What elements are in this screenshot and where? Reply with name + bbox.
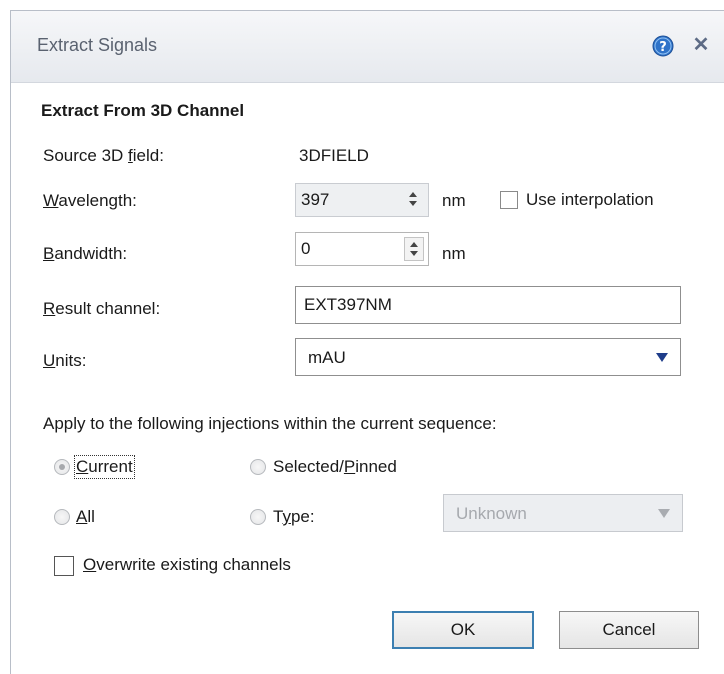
units-selected-value: mAU <box>308 348 346 367</box>
bandwidth-spinner[interactable]: 0 <box>295 232 429 266</box>
radio-current[interactable] <box>54 459 70 475</box>
bandwidth-spin-arrows[interactable] <box>404 237 424 261</box>
chevron-down-icon <box>656 353 668 362</box>
overwrite-label: Overwrite existing channels <box>83 555 291 574</box>
ok-button[interactable]: OK <box>392 611 534 649</box>
dialog-title: Extract Signals <box>37 35 158 55</box>
spin-up-icon <box>410 242 418 247</box>
result-channel-label: Result channel: <box>43 299 161 318</box>
type-selected-value: Unknown <box>456 504 527 523</box>
chevron-down-icon <box>658 509 670 518</box>
spin-up-icon <box>409 192 417 197</box>
extract-signals-dialog: Extract Signals ? ✕ Extract From 3D Chan… <box>10 10 724 674</box>
title-bar: Extract Signals ? ✕ <box>11 11 724 83</box>
bandwidth-value: 0 <box>301 239 311 258</box>
result-channel-input[interactable] <box>304 295 664 315</box>
wavelength-label: Wavelength: <box>43 191 137 210</box>
result-channel-field[interactable] <box>295 286 681 324</box>
wavelength-value: 397 <box>301 190 330 209</box>
help-icon[interactable]: ? <box>652 35 674 57</box>
use-interpolation-checkbox[interactable] <box>500 191 518 209</box>
radio-type[interactable] <box>250 509 266 525</box>
spin-down-icon <box>409 201 417 206</box>
source-field-value: 3DFIELD <box>299 146 369 165</box>
radio-selected-pinned-label[interactable]: Selected/Pinned <box>273 457 397 477</box>
wavelength-spinner[interactable]: 397 <box>295 183 429 217</box>
radio-all-label[interactable]: All <box>76 507 95 527</box>
svg-text:?: ? <box>659 40 667 55</box>
use-interpolation-label: Use interpolation <box>526 190 654 209</box>
units-label: Units: <box>43 351 87 370</box>
injections-prompt: Apply to the following injections within… <box>43 414 497 433</box>
source-field-label: Source 3D field: <box>43 146 164 165</box>
type-dropdown[interactable]: Unknown <box>443 494 683 532</box>
cancel-button[interactable]: Cancel <box>559 611 699 649</box>
wavelength-spin-arrows[interactable] <box>404 188 424 212</box>
units-dropdown[interactable]: mAU <box>295 338 681 376</box>
close-icon[interactable]: ✕ <box>691 35 711 55</box>
radio-current-label[interactable]: Current <box>74 455 135 479</box>
spin-down-icon <box>410 251 418 256</box>
wavelength-unit: nm <box>442 191 466 210</box>
section-heading: Extract From 3D Channel <box>41 101 245 120</box>
radio-all[interactable] <box>54 509 70 525</box>
overwrite-checkbox[interactable] <box>54 556 74 576</box>
radio-selected-pinned[interactable] <box>250 459 266 475</box>
bandwidth-label: Bandwidth: <box>43 244 128 263</box>
bandwidth-unit: nm <box>442 244 466 263</box>
radio-type-label[interactable]: Type: <box>273 507 315 527</box>
